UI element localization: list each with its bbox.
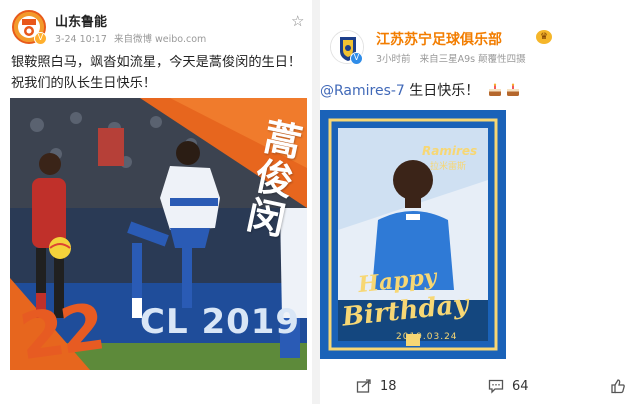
repost-icon: [356, 379, 371, 393]
weibo-post-left: V 山东鲁能 3-24 10:17 来自微博 weibo.com ☆ 银鞍照白马…: [0, 0, 312, 404]
cake-emoji-icon: [488, 83, 501, 96]
post-divider: [312, 0, 320, 404]
comment-count: 64: [512, 378, 529, 394]
ad-board-text: CL 2019: [140, 302, 301, 342]
thumbs-up-icon: [611, 379, 625, 394]
repost-count: 18: [380, 378, 397, 394]
account-name[interactable]: 山东鲁能: [55, 11, 107, 30]
post-text: 银鞍照白马，飒沓如流星，今天是蒿俊闵的生日！祝我们的队长生日快乐！: [11, 55, 302, 91]
crown-icon: ♛: [536, 30, 552, 44]
post-source[interactable]: 来自微博 weibo.com: [114, 34, 206, 45]
post-photo[interactable]: Ramires 拉米雷斯 Happy Birthday 2019.03.24: [320, 110, 506, 359]
like-button[interactable]: [610, 378, 632, 394]
post-actions-bar: 18 64: [320, 366, 632, 404]
photo-overlay-number: 22: [15, 290, 106, 370]
post-photo[interactable]: CL 2019 蒿俊闵 22: [10, 98, 307, 370]
star-outline-icon[interactable]: ☆: [291, 12, 304, 30]
post-date: 3-24 10:17: [55, 34, 107, 45]
post-source[interactable]: 来自三星A9s 颠覆性四摄: [420, 54, 526, 65]
post-text-body: 生日快乐！: [404, 83, 480, 99]
repost-button[interactable]: 18: [356, 378, 397, 394]
mention-link[interactable]: @Ramires-7: [320, 83, 405, 99]
verified-badge-icon: V: [34, 32, 47, 45]
verified-badge-icon: V: [350, 52, 363, 65]
comment-button[interactable]: 64: [488, 378, 529, 394]
player-name-cn: 拉米雷斯: [430, 162, 467, 172]
comment-icon: [488, 379, 504, 394]
post-meta: 3-24 10:17 来自微博 weibo.com: [55, 31, 206, 45]
birthday-date: 2019.03.24: [396, 332, 458, 342]
weibo-post-right: V 江苏苏宁足球俱乐部 ♛ 3小时前 来自三星A9s 颠覆性四摄 @Ramire…: [320, 0, 632, 404]
player-name: Ramires: [422, 144, 478, 158]
cake-emoji-icon: [506, 83, 519, 96]
post-meta: 3小时前 来自三星A9s 颠覆性四摄: [376, 51, 526, 65]
post-time: 3小时前: [376, 54, 411, 65]
post-text: @Ramires-7 生日快乐！: [320, 80, 520, 100]
account-name[interactable]: 江苏苏宁足球俱乐部: [376, 29, 502, 49]
